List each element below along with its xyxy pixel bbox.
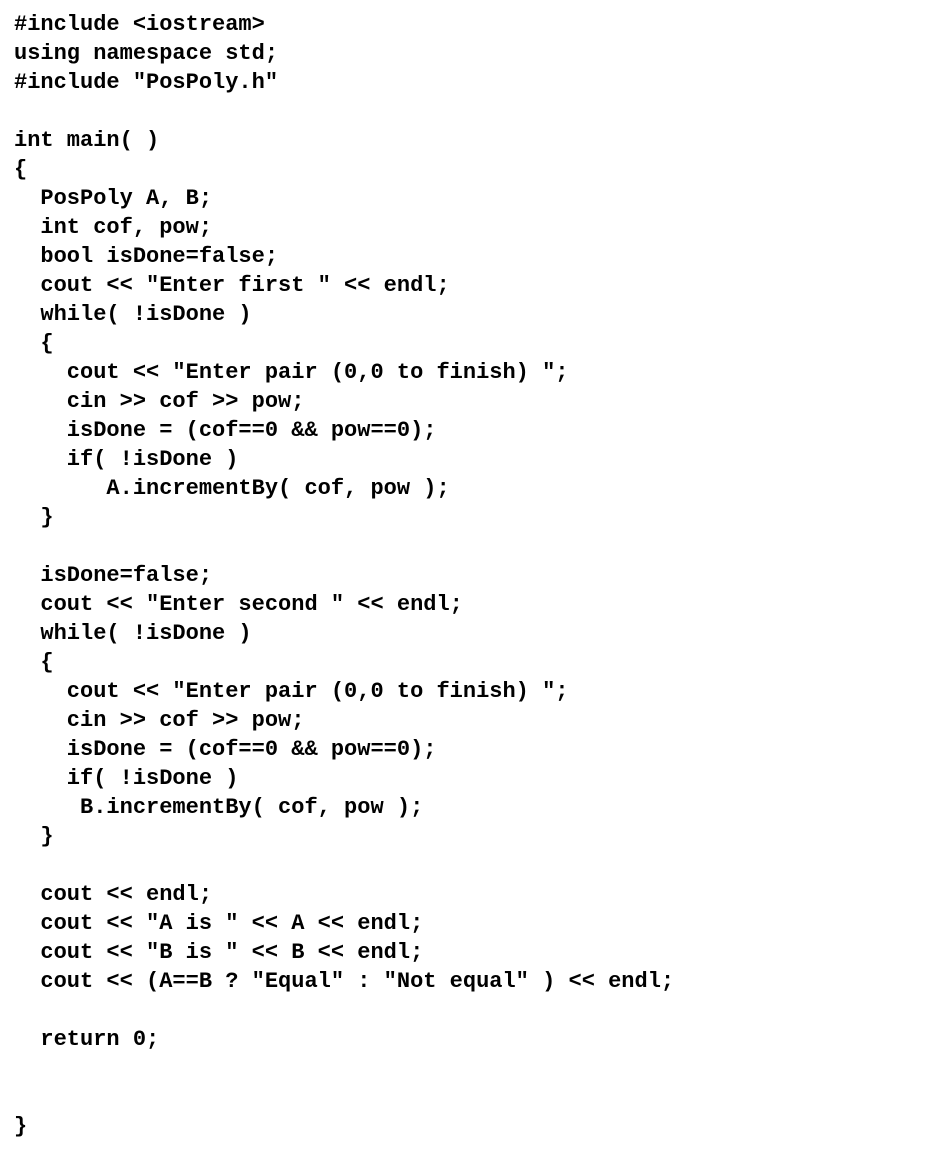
code-line: #include <iostream>	[14, 10, 920, 39]
code-line: if( !isDone )	[14, 445, 920, 474]
code-line: while( !isDone )	[14, 619, 920, 648]
code-line	[14, 851, 920, 880]
code-line: int cof, pow;	[14, 213, 920, 242]
code-line	[14, 1083, 920, 1112]
code-line: PosPoly A, B;	[14, 184, 920, 213]
code-line: return 0;	[14, 1025, 920, 1054]
code-line: {	[14, 329, 920, 358]
code-line: cout << "A is " << A << endl;	[14, 909, 920, 938]
code-line	[14, 1054, 920, 1083]
code-line: while( !isDone )	[14, 300, 920, 329]
code-line: cout << "Enter pair (0,0 to finish) ";	[14, 677, 920, 706]
code-line: cin >> cof >> pow;	[14, 387, 920, 416]
code-line	[14, 996, 920, 1025]
code-line: cout << endl;	[14, 880, 920, 909]
code-block: #include <iostream>using namespace std;#…	[0, 0, 934, 1151]
code-line: B.incrementBy( cof, pow );	[14, 793, 920, 822]
code-line: if( !isDone )	[14, 764, 920, 793]
code-line: cin >> cof >> pow;	[14, 706, 920, 735]
code-line: isDone = (cof==0 && pow==0);	[14, 416, 920, 445]
code-line: #include "PosPoly.h"	[14, 68, 920, 97]
code-line: bool isDone=false;	[14, 242, 920, 271]
code-line: {	[14, 648, 920, 677]
code-line: cout << "Enter second " << endl;	[14, 590, 920, 619]
code-line: isDone = (cof==0 && pow==0);	[14, 735, 920, 764]
code-line: cout << "Enter pair (0,0 to finish) ";	[14, 358, 920, 387]
code-line: A.incrementBy( cof, pow );	[14, 474, 920, 503]
code-line: int main( )	[14, 126, 920, 155]
code-line: cout << "Enter first " << endl;	[14, 271, 920, 300]
code-line: }	[14, 503, 920, 532]
code-line: }	[14, 822, 920, 851]
code-line: using namespace std;	[14, 39, 920, 68]
code-line: cout << "B is " << B << endl;	[14, 938, 920, 967]
code-line: {	[14, 155, 920, 184]
code-line	[14, 532, 920, 561]
code-line: }	[14, 1112, 920, 1141]
code-line	[14, 97, 920, 126]
code-line: cout << (A==B ? "Equal" : "Not equal" ) …	[14, 967, 920, 996]
code-line: isDone=false;	[14, 561, 920, 590]
